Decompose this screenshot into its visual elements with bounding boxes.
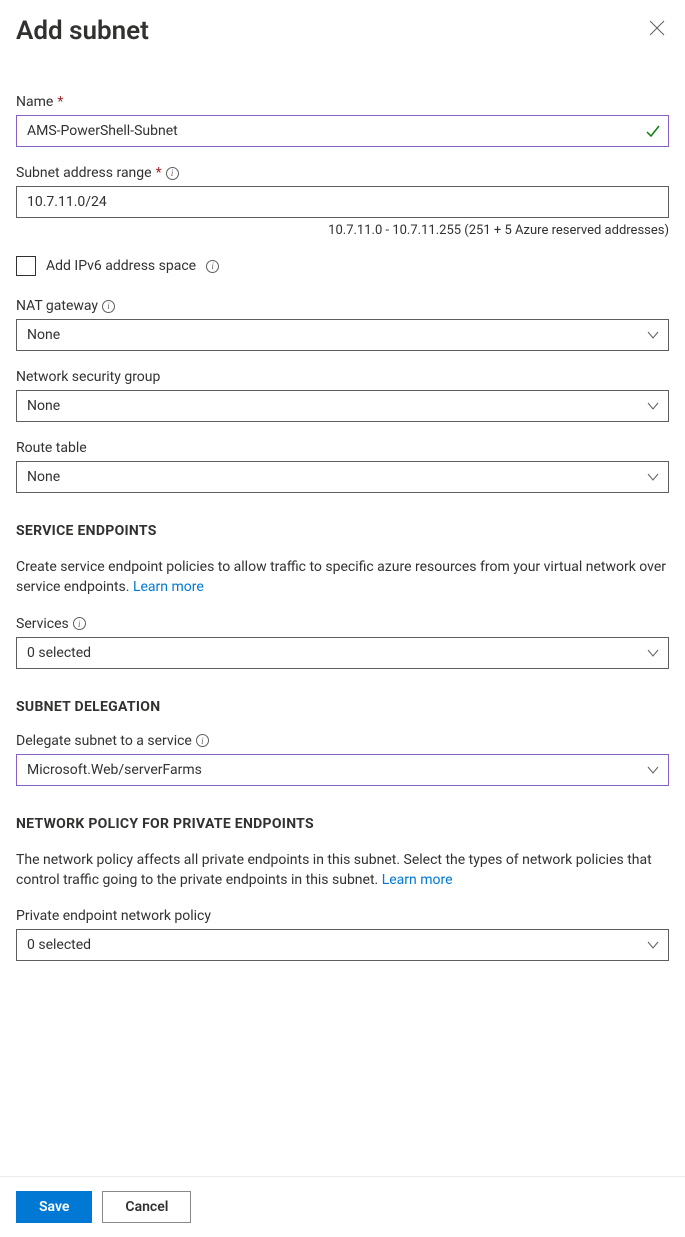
learn-more-link[interactable]: Learn more (133, 579, 204, 595)
service-endpoints-desc-text: Create service endpoint policies to allo… (16, 559, 666, 595)
route-select[interactable]: None (16, 461, 669, 493)
services-select[interactable]: 0 selected (16, 637, 669, 669)
learn-more-link[interactable]: Learn more (382, 872, 453, 888)
delegation-header: SUBNET DELEGATION (16, 699, 669, 715)
cancel-button[interactable]: Cancel (102, 1191, 191, 1223)
route-label: Route table (16, 440, 87, 456)
network-policy-header: NETWORK POLICY FOR PRIVATE ENDPOINTS (16, 816, 669, 832)
service-endpoints-desc: Create service endpoint policies to allo… (16, 557, 669, 598)
delegate-label: Delegate subnet to a service (16, 733, 192, 749)
nsg-label: Network security group (16, 369, 160, 385)
policy-label: Private endpoint network policy (16, 908, 211, 924)
nsg-value: None (27, 398, 60, 414)
panel-title: Add subnet (16, 16, 149, 46)
required-indicator: * (57, 94, 63, 110)
nat-select[interactable]: None (16, 319, 669, 351)
required-indicator: * (156, 165, 162, 181)
route-value: None (27, 469, 60, 485)
delegate-select[interactable]: Microsoft.Web/serverFarms (16, 754, 669, 786)
nsg-select[interactable]: None (16, 390, 669, 422)
policy-select[interactable]: 0 selected (16, 929, 669, 961)
save-button[interactable]: Save (16, 1191, 92, 1223)
services-label: Services (16, 616, 69, 632)
nat-label: NAT gateway (16, 298, 98, 314)
subnet-range-hint: 10.7.11.0 - 10.7.11.255 (251 + 5 Azure r… (16, 223, 669, 238)
info-icon[interactable]: i (196, 734, 209, 747)
info-icon[interactable]: i (102, 300, 115, 313)
delegate-value: Microsoft.Web/serverFarms (27, 762, 202, 778)
services-value: 0 selected (27, 645, 91, 661)
ipv6-checkbox[interactable] (16, 256, 36, 276)
close-button[interactable] (645, 16, 669, 44)
nat-value: None (27, 327, 60, 343)
footer: Save Cancel (0, 1176, 685, 1237)
network-policy-desc: The network policy affects all private e… (16, 850, 669, 891)
name-label: Name (16, 94, 53, 110)
network-policy-desc-text: The network policy affects all private e… (16, 852, 652, 888)
info-icon[interactable]: i (166, 167, 179, 180)
subnet-range-input[interactable] (16, 186, 669, 218)
close-icon (649, 20, 665, 40)
info-icon[interactable]: i (206, 260, 219, 273)
subnet-range-label: Subnet address range (16, 165, 152, 181)
info-icon[interactable]: i (73, 617, 86, 630)
check-icon (645, 123, 661, 139)
name-input[interactable] (16, 115, 669, 147)
service-endpoints-header: SERVICE ENDPOINTS (16, 523, 669, 539)
policy-value: 0 selected (27, 937, 91, 953)
ipv6-label: Add IPv6 address space (46, 258, 196, 274)
